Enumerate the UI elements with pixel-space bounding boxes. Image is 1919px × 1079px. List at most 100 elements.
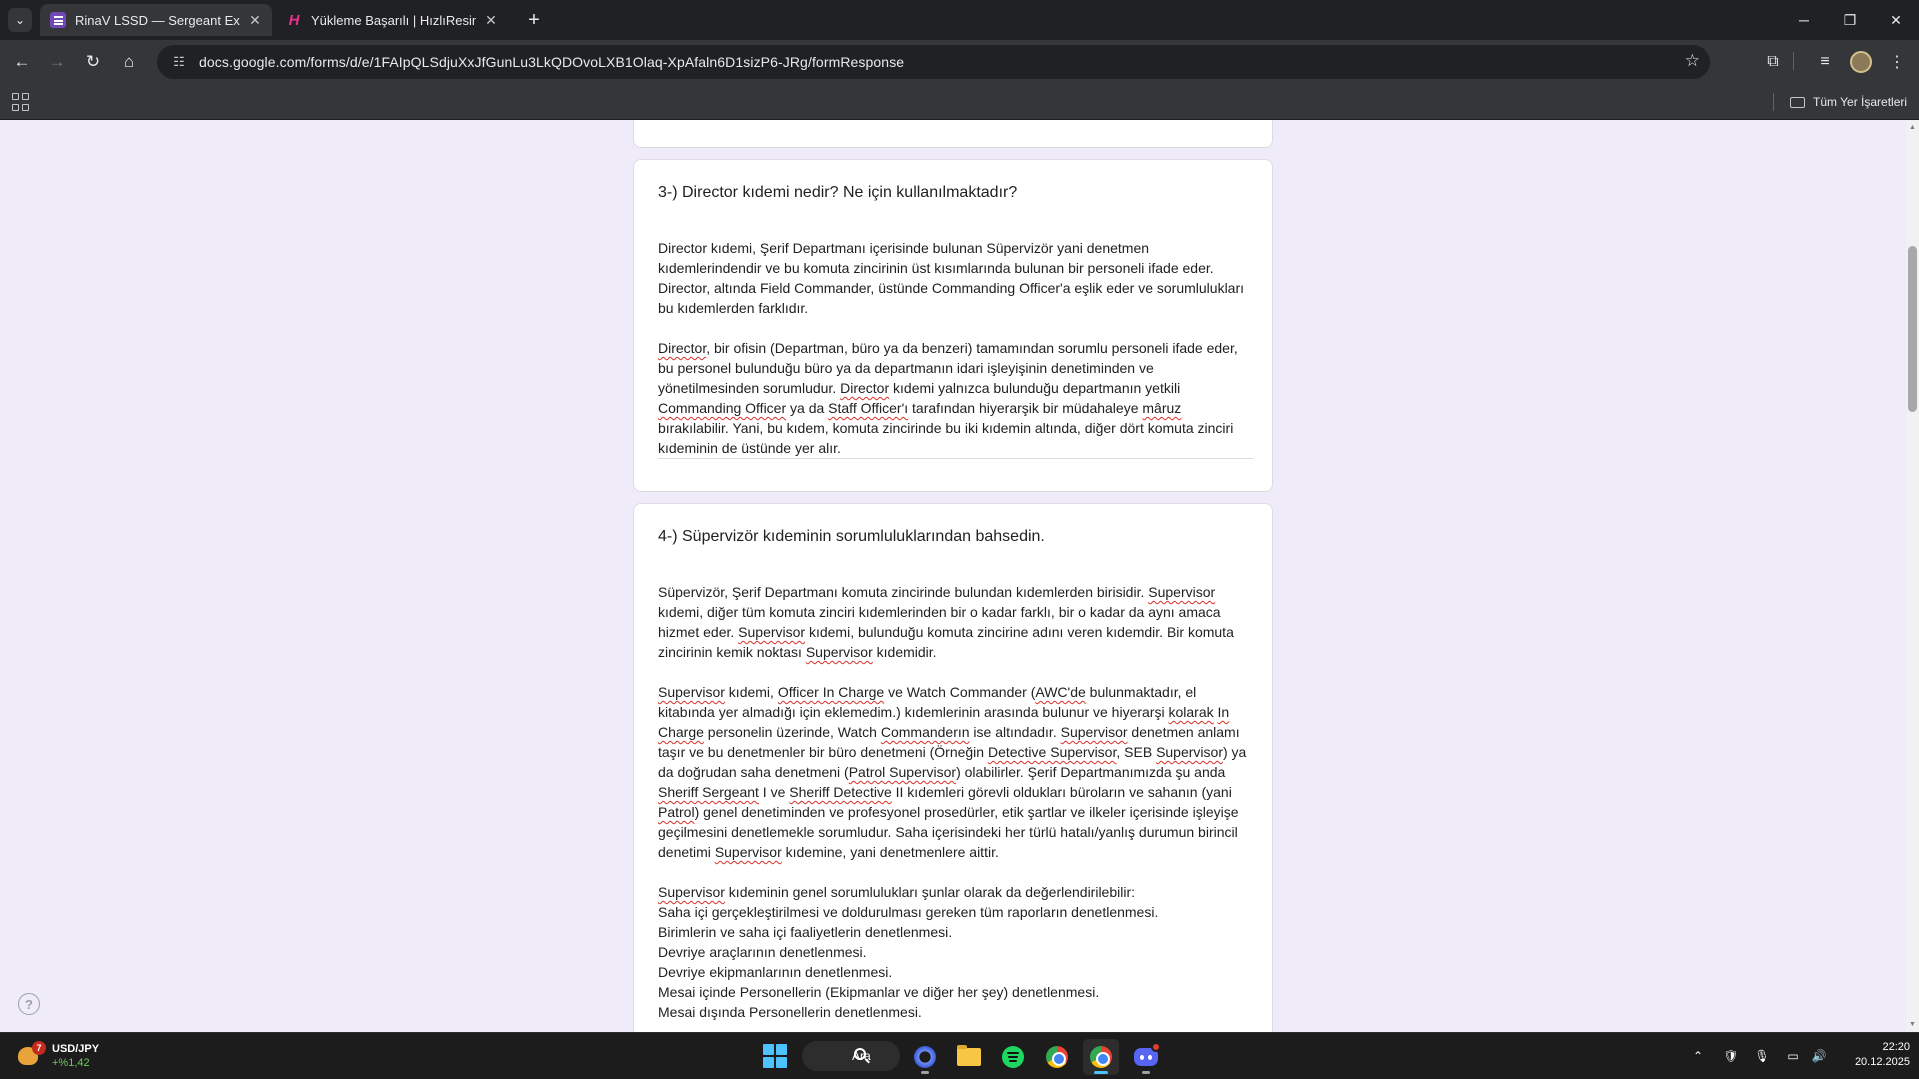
previous-question-card (633, 120, 1273, 148)
search-icon (854, 1048, 866, 1060)
misspelled-word[interactable]: Detective Supervisor (988, 744, 1116, 760)
site-info-icon[interactable]: ☷ (169, 52, 189, 72)
profile-button[interactable] (1846, 47, 1876, 77)
misspelled-word[interactable]: Director (658, 340, 706, 356)
queue-music-icon: ≡ (1820, 53, 1830, 70)
misspelled-word[interactable]: Supervisor (658, 884, 725, 900)
microphone-icon[interactable]: 🎙 (1754, 1048, 1770, 1064)
all-bookmarks-label: Tüm Yer İşaretleri (1813, 95, 1908, 109)
taskbar-app-explorer[interactable] (951, 1039, 987, 1075)
bookmarks-divider (1773, 93, 1774, 111)
misspelled-word[interactable]: Sheriff Sergeant (658, 784, 759, 800)
file-explorer-icon (957, 1045, 981, 1066)
scroll-thumb[interactable] (1908, 246, 1917, 412)
scroll-up-arrow-icon[interactable]: ▲ (1908, 123, 1917, 132)
puzzle-icon: ⧉ (1767, 53, 1779, 70)
tab-sergeant-exam[interactable]: RinaV LSSD — Sergeant Exam ✕ (40, 4, 272, 36)
misspelled-word[interactable]: Supervisor (715, 844, 782, 860)
volume-icon[interactable]: 🔊 (1811, 1048, 1827, 1064)
toolbar-divider (1793, 52, 1794, 70)
taskbar-app-discord[interactable] (1128, 1039, 1164, 1075)
answer-paragraph: Supervisor kıdeminin genel sorumluluklar… (658, 884, 1159, 1020)
avatar (1850, 51, 1872, 73)
taskbar-app-spotify[interactable] (995, 1039, 1031, 1075)
currency-change: +%1,42 (52, 1057, 90, 1069)
taskbar-app-chrome-profile[interactable] (1083, 1039, 1119, 1075)
answer-textarea[interactable]: Süpervizör, Şerif Departmanı komuta zinc… (658, 582, 1253, 1032)
windows-start-icon[interactable] (763, 1044, 787, 1068)
new-tab-button[interactable]: + (522, 8, 546, 32)
security-icon[interactable]: 🛡 (1723, 1048, 1739, 1064)
misspelled-word[interactable]: Supervisor (738, 624, 805, 640)
answer-textarea[interactable]: Director kıdemi, Şerif Departmanı içeris… (658, 238, 1253, 478)
market-widget[interactable]: 7 USD/JPY +%1,42 (16, 1038, 99, 1074)
cortana-icon (914, 1046, 936, 1068)
taskbar-clock[interactable]: 22:20 20.12.2025 (1840, 1040, 1910, 1070)
misspelled-word[interactable]: Director (840, 380, 889, 396)
notification-dot (1151, 1042, 1161, 1052)
page-scrollbar[interactable]: ▲ ▼ (1906, 120, 1919, 1032)
media-controls-button[interactable]: ≡ (1810, 47, 1840, 77)
bookmarks-bar: Tüm Yer İşaretleri (0, 84, 1919, 120)
answer-underline (658, 458, 1253, 459)
apps-icon[interactable] (12, 93, 30, 111)
network-icon[interactable]: ▭ (1785, 1048, 1801, 1064)
misspelled-word[interactable]: Patrol Supervisor (849, 764, 956, 780)
scroll-down-arrow-icon[interactable]: ▼ (1908, 1020, 1917, 1029)
chrome-icon (1046, 1046, 1068, 1068)
widget-icon: 7 (16, 1041, 46, 1069)
close-window-button[interactable]: ✕ (1873, 0, 1919, 40)
misspelled-word[interactable]: mâruz (1142, 400, 1181, 416)
restore-button[interactable]: ❐ (1827, 0, 1873, 40)
folder-icon (1790, 96, 1805, 108)
misspelled-word[interactable]: Supervisor (1156, 744, 1223, 760)
tab-hizliresim[interactable]: H Yükleme Başarılı | HızlıResim ✕ (276, 4, 508, 36)
tab-title: Yükleme Başarılı | HızlıResim (311, 12, 476, 28)
misspelled-word[interactable]: Supervisor (658, 684, 725, 700)
close-icon[interactable]: ✕ (482, 11, 500, 29)
minimize-button[interactable]: ─ (1781, 0, 1827, 40)
tab-title: RinaV LSSD — Sergeant Exam (75, 12, 240, 28)
answer-paragraph: Süpervizör, Şerif Departmanı komuta zinc… (658, 584, 1234, 660)
url-text[interactable]: docs.google.com/forms/d/e/1FAIpQLSdjuXxJ… (199, 54, 904, 70)
tab-strip: ⌄ RinaV LSSD — Sergeant Exam ✕ H Yükleme… (0, 0, 1919, 40)
misspelled-word[interactable]: Supervisor (1061, 724, 1128, 740)
more-vert-icon: ⋮ (1889, 54, 1905, 71)
clock-time: 22:20 (1882, 1041, 1910, 1053)
misspelled-word[interactable]: Commanding Officer (658, 400, 786, 416)
reload-icon: ↻ (85, 52, 101, 71)
question-title: 4-) Süpervizör kıdeminin sorumlulukların… (658, 528, 1045, 545)
question-card-3: 3-) Director kıdemi nedir? Ne için kulla… (633, 159, 1273, 492)
chevron-up-icon[interactable]: ⌃ (1690, 1048, 1706, 1064)
misspelled-word[interactable]: Staff Officer'ı (828, 400, 908, 416)
misspelled-word[interactable]: AWC'de (1035, 684, 1085, 700)
reload-button[interactable]: ↻ (78, 47, 108, 77)
misspelled-word[interactable]: Patrol (658, 804, 695, 820)
misspelled-word[interactable]: Supervisor (806, 644, 873, 660)
forward-button[interactable]: → (42, 47, 72, 77)
clock-date: 20.12.2025 (1854, 1056, 1910, 1068)
taskbar-app-chrome[interactable] (1039, 1039, 1075, 1075)
address-bar[interactable]: ☷ docs.google.com/forms/d/e/1FAIpQLSdjuX… (157, 45, 1710, 79)
help-icon[interactable]: ? (18, 993, 40, 1015)
tab-search-button[interactable]: ⌄ (8, 8, 32, 32)
misspelled-word[interactable]: kolarak (1168, 704, 1213, 720)
widget-badge: 7 (32, 1041, 46, 1055)
answer-paragraph: Director, bir ofisin (Departman, büro ya… (658, 340, 1238, 456)
answer-paragraph: Director kıdemi, Şerif Departmanı içeris… (658, 240, 1245, 316)
menu-button[interactable]: ⋮ (1882, 47, 1912, 77)
misspelled-word[interactable]: Sheriff Detective (789, 784, 891, 800)
extensions-button[interactable]: ⧉ (1758, 47, 1788, 77)
misspelled-word[interactable]: Commanderın (881, 724, 970, 740)
google-forms-icon (50, 12, 66, 28)
home-button[interactable]: ⌂ (114, 47, 144, 77)
all-bookmarks-button[interactable]: Tüm Yer İşaretleri (1790, 84, 1907, 120)
back-button[interactable]: ← (7, 47, 37, 77)
close-icon[interactable]: ✕ (246, 11, 264, 29)
misspelled-word[interactable]: Officer In Charge (778, 684, 884, 700)
misspelled-word[interactable]: Supervisor (1148, 584, 1215, 600)
taskbar-app-cortana[interactable] (907, 1039, 943, 1075)
star-icon[interactable]: ☆ (1685, 51, 1700, 71)
taskbar-search[interactable]: Ara (802, 1041, 900, 1071)
browser-toolbar: ← → ↻ ⌂ ☷ docs.google.com/forms/d/e/1FAI… (0, 40, 1919, 84)
